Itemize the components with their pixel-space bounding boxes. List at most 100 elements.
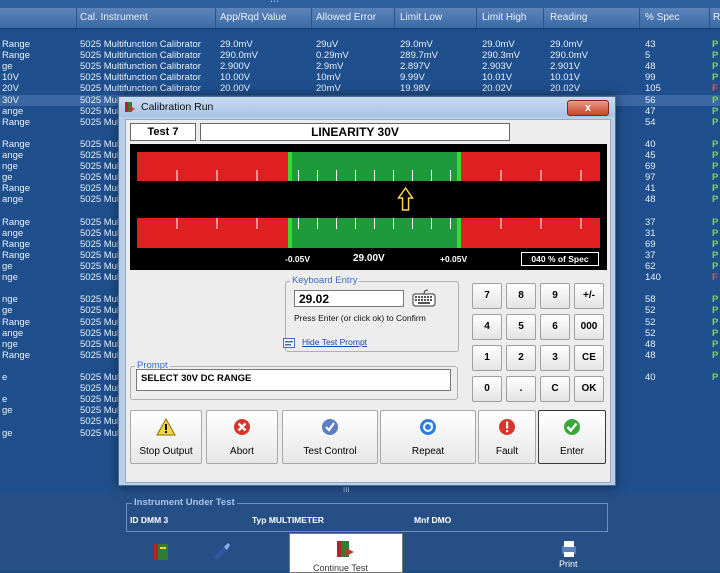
column-header-percent-spec[interactable]: % Spec: [645, 12, 695, 23]
column-header-result[interactable]: R: [713, 12, 720, 23]
column-header-cal-instrument[interactable]: Cal. Instrument: [80, 12, 210, 23]
table-cell: P: [712, 50, 719, 61]
column-header-allowed-error[interactable]: Allowed Error: [316, 12, 396, 23]
table-row[interactable]: Range 5025 Multifunction Calibrator 290.0m…: [0, 50, 720, 61]
table-cell: 19.98V: [400, 83, 431, 94]
test-control-button[interactable]: Test Control: [282, 410, 378, 464]
key-ce[interactable]: CE: [574, 345, 604, 371]
table-cell: P: [712, 139, 719, 150]
key-decimal[interactable]: .: [506, 376, 536, 402]
table-cell: 40: [645, 372, 656, 383]
table-cell: nge: [2, 272, 18, 283]
column-header-app-value[interactable]: App/Rqd Value: [220, 12, 305, 23]
table-cell: nge: [2, 294, 18, 305]
table-cell: Range: [2, 39, 30, 50]
table-cell: ange: [2, 328, 24, 339]
table-cell: e: [2, 394, 8, 405]
table-cell: 105: [645, 83, 661, 94]
key-7[interactable]: 7: [472, 283, 502, 309]
iut-type: Typ MULTIMETER: [252, 515, 324, 525]
table-cell: 20.02V: [550, 83, 581, 94]
key-2[interactable]: 2: [506, 345, 536, 371]
hide-test-prompt-link[interactable]: Hide Test Prompt: [302, 337, 367, 347]
table-cell: 9.99V: [400, 72, 425, 83]
table-cell: ge: [2, 405, 13, 416]
table-cell: P: [712, 339, 719, 350]
key-6[interactable]: 6: [540, 314, 570, 340]
table-cell: 48: [645, 350, 656, 361]
table-row[interactable]: Range 5025 Multifunction Calibrator 29.0mV…: [0, 39, 720, 50]
table-cell: 2.903V: [482, 61, 513, 72]
test-number: Test 7: [130, 123, 196, 141]
table-cell: P: [712, 217, 719, 228]
book-icon[interactable]: [150, 541, 172, 563]
table-cell: ge: [2, 61, 13, 72]
table-cell: 2.900V: [220, 61, 251, 72]
table-cell: 5: [645, 50, 651, 61]
column-header-reading[interactable]: Reading: [550, 12, 630, 23]
table-row[interactable]: 10V 5025 Multifunction Calibrator 10.00V 10…: [0, 72, 720, 83]
table-cell: Range: [2, 139, 30, 150]
key-plus-minus[interactable]: +/-: [574, 283, 604, 309]
table-cell: P: [712, 239, 719, 250]
repeat-label: Repeat: [411, 446, 445, 457]
warning-icon: [156, 417, 176, 436]
print-icon[interactable]: [558, 537, 580, 559]
table-cell: 31: [645, 228, 656, 239]
table-cell: nge: [2, 339, 18, 350]
key-c[interactable]: C: [540, 376, 570, 402]
repeat-icon: [420, 419, 436, 435]
dialog-title: Calibration Run: [141, 101, 214, 113]
table-cell: P: [712, 150, 719, 161]
key-0[interactable]: 0: [472, 376, 502, 402]
key-8[interactable]: 8: [506, 283, 536, 309]
iut-id: ID DMM 3: [130, 515, 169, 525]
table-cell: 43: [645, 39, 656, 50]
table-row[interactable]: ge 5025 Multifunction Calibrator 2.900V 2.9…: [0, 61, 720, 72]
table-cell: Range: [2, 183, 30, 194]
abort-label: Abort: [230, 446, 254, 457]
table-cell: 58: [645, 294, 656, 305]
key-3[interactable]: 3: [540, 345, 570, 371]
key-4[interactable]: 4: [472, 314, 502, 340]
table-cell: 99: [645, 72, 656, 83]
table-cell: 52: [645, 317, 656, 328]
hide-prompt-icon[interactable]: [283, 338, 295, 348]
key-9[interactable]: 9: [540, 283, 570, 309]
stop-output-button[interactable]: Stop Output: [130, 410, 202, 464]
table-cell: P: [712, 39, 719, 50]
table-cell: nge: [2, 161, 18, 172]
meter-low-limit-label: -0.05V: [285, 254, 311, 264]
fault-button[interactable]: Fault: [478, 410, 536, 464]
table-row[interactable]: 20V 5025 Multifunction Calibrator 20.00V 20…: [0, 83, 720, 94]
table-cell: ange: [2, 194, 24, 205]
table-cell: 5025 Multifunction Calibrator: [80, 72, 201, 83]
key-1[interactable]: 1: [472, 345, 502, 371]
fault-label: Fault: [495, 446, 519, 457]
table-cell: P: [712, 117, 719, 128]
repeat-button[interactable]: Repeat: [380, 410, 476, 464]
enter-button[interactable]: Enter: [538, 410, 606, 464]
key-5[interactable]: 5: [506, 314, 536, 340]
keyboard-icon[interactable]: [412, 288, 436, 308]
table-cell: 29.0mV: [482, 39, 515, 50]
key-ok[interactable]: OK: [574, 376, 604, 402]
column-header-limit-low[interactable]: Limit Low: [400, 12, 475, 23]
key-000[interactable]: 000: [574, 314, 604, 340]
table-cell: P: [712, 261, 719, 272]
results-top-title: ...: [270, 0, 279, 5]
table-cell: 2.897V: [400, 61, 431, 72]
table-cell: P: [712, 194, 719, 205]
dialog-titlebar[interactable]: Calibration Run x: [119, 97, 615, 117]
probe-icon[interactable]: [210, 541, 232, 563]
table-cell: Range: [2, 50, 30, 61]
table-cell: 20mV: [316, 83, 341, 94]
column-header-limit-high[interactable]: Limit High: [482, 12, 542, 23]
abort-button[interactable]: Abort: [206, 410, 278, 464]
table-cell: P: [712, 95, 719, 106]
table-cell: P: [712, 317, 719, 328]
close-button[interactable]: x: [567, 100, 609, 116]
table-cell: 20.00V: [220, 83, 251, 94]
table-cell: 56: [645, 95, 656, 106]
reading-input[interactable]: 29.02: [294, 290, 404, 307]
